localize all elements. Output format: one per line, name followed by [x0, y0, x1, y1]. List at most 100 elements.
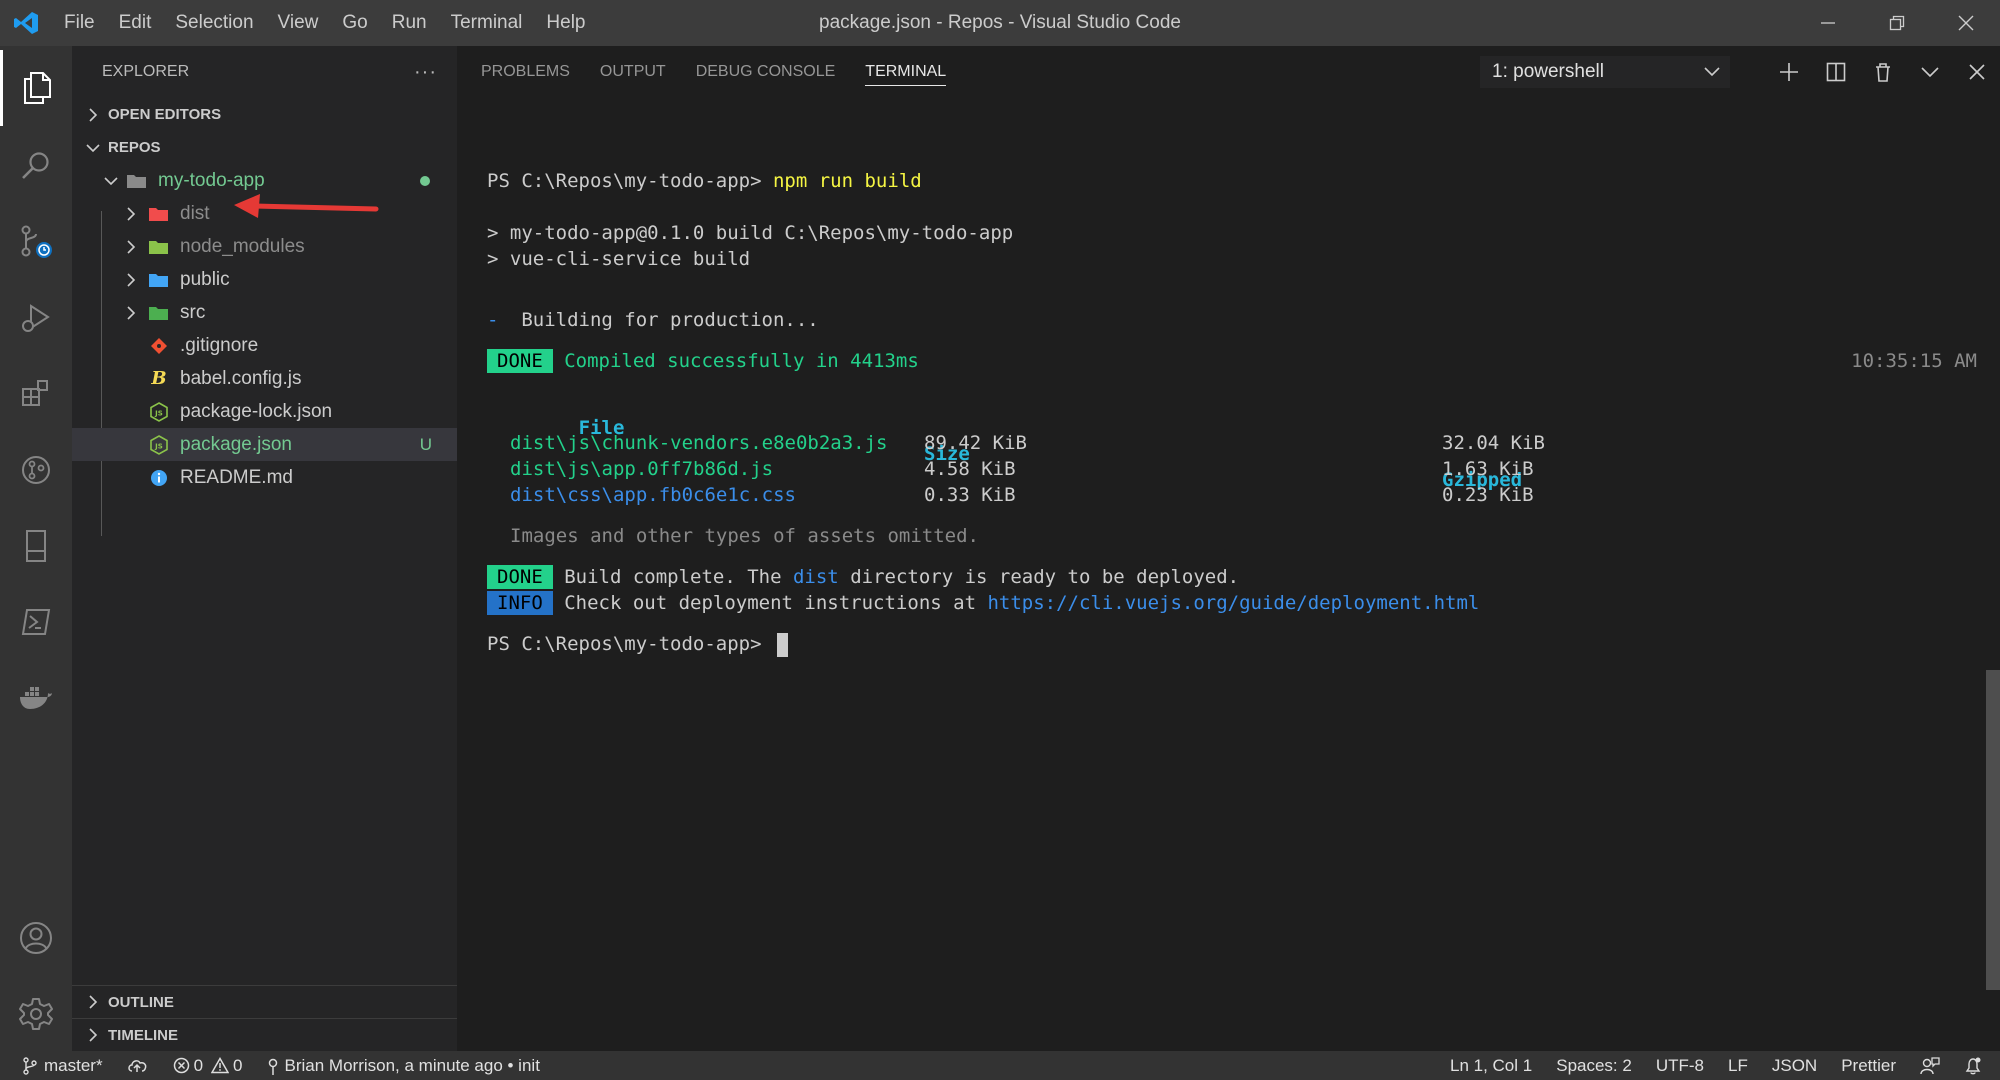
- status-bar-right: Ln 1, Col 1 Spaces: 2 UTF-8 LF JSON Pret…: [1438, 1051, 2000, 1080]
- prettier-status[interactable]: Prettier: [1829, 1051, 1908, 1080]
- language-mode[interactable]: JSON: [1760, 1051, 1829, 1080]
- tree-item-label: package-lock.json: [180, 400, 333, 422]
- folder-src[interactable]: src: [72, 296, 457, 329]
- menu-terminal[interactable]: Terminal: [439, 0, 535, 46]
- terminal-panel: PROBLEMS OUTPUT DEBUG CONSOLE TERMINAL 1…: [457, 46, 2000, 1051]
- menu-go[interactable]: Go: [330, 0, 379, 46]
- chevron-down-icon: [82, 142, 104, 154]
- folder-my-todo-app[interactable]: my-todo-app: [72, 164, 457, 197]
- file-package-lock-json[interactable]: JS package-lock.json: [72, 395, 457, 428]
- tree-item-label: node_modules: [180, 235, 305, 257]
- menu-edit[interactable]: Edit: [107, 0, 164, 46]
- feedback-icon[interactable]: [1908, 1051, 1952, 1080]
- file-readme-md[interactable]: README.md: [72, 461, 457, 494]
- vscode-logo-icon: [0, 0, 52, 46]
- src-folder-icon: [148, 302, 170, 324]
- file-babel-config-js[interactable]: Bbabel.config.js: [72, 362, 457, 395]
- file-gitignore[interactable]: .gitignore: [72, 329, 457, 362]
- file-package-json[interactable]: JS package.json U: [72, 428, 457, 461]
- building-text: Building for production...: [498, 309, 819, 331]
- folder-public[interactable]: public: [72, 263, 457, 296]
- run-debug-icon[interactable]: [0, 280, 72, 356]
- tab-output[interactable]: OUTPUT: [585, 46, 681, 98]
- git-graph-icon[interactable]: [0, 432, 72, 508]
- git-blame-status[interactable]: Brian Morrison, a minute ago • init: [255, 1051, 552, 1080]
- chevron-right-icon: [120, 272, 142, 287]
- notifications-bell-icon[interactable]: [1952, 1051, 2000, 1080]
- docker-icon[interactable]: [0, 660, 72, 736]
- end-of-line[interactable]: LF: [1716, 1051, 1760, 1080]
- chevron-right-icon: [82, 107, 104, 122]
- menu-help[interactable]: Help: [534, 0, 597, 46]
- done-badge: DONE: [487, 349, 553, 373]
- chevron-right-icon: [120, 206, 142, 221]
- chevron-right-icon: [120, 239, 142, 254]
- restore-button[interactable]: [1862, 0, 1931, 46]
- terminal-scrollbar[interactable]: [1986, 670, 2000, 990]
- terminal-output[interactable]: PS C:\Repos\my-todo-app> npm run build >…: [487, 108, 1977, 657]
- menu-file[interactable]: File: [52, 0, 107, 46]
- timeline-section[interactable]: TIMELINE: [72, 1018, 457, 1051]
- babel-icon: B: [151, 368, 167, 389]
- search-icon[interactable]: [0, 128, 72, 204]
- explorer-icon[interactable]: [0, 50, 72, 126]
- nodejs-icon: JS: [148, 401, 170, 423]
- sync-status[interactable]: [115, 1051, 161, 1080]
- terminal-line: - Building for production...: [487, 307, 1977, 333]
- branch-status[interactable]: master*: [0, 1051, 115, 1080]
- terminal-line: > vue-cli-service build: [487, 248, 751, 270]
- deployment-link[interactable]: https://cli.vuejs.org/guide/deployment.h…: [987, 592, 1479, 614]
- timestamp-text: 10:35:15 AM: [1851, 350, 1977, 372]
- tab-problems[interactable]: PROBLEMS: [466, 46, 585, 98]
- maximize-panel-chevron-icon[interactable]: [1906, 46, 1953, 98]
- split-terminal-icon[interactable]: [1812, 46, 1859, 98]
- more-actions-button[interactable]: ···: [414, 61, 437, 84]
- problems-status[interactable]: 0 0: [161, 1051, 255, 1080]
- tab-terminal[interactable]: TERMINAL: [850, 46, 961, 98]
- tree-item-label: package.json: [180, 433, 292, 455]
- remote-explorer-icon[interactable]: [0, 508, 72, 584]
- asset-size: 4.58 KiB: [924, 458, 1016, 480]
- svg-text:JS: JS: [154, 442, 163, 450]
- explorer-title: EXPLORER: [102, 63, 190, 80]
- menu-selection[interactable]: Selection: [163, 0, 265, 46]
- repos-section[interactable]: REPOS: [72, 131, 457, 164]
- prompt-text: PS C:\Repos\my-todo-app>: [487, 633, 773, 655]
- modified-dot: [420, 175, 430, 186]
- chevron-down-icon: [100, 175, 122, 187]
- encoding[interactable]: UTF-8: [1644, 1051, 1716, 1080]
- tab-debug-console[interactable]: DEBUG CONSOLE: [681, 46, 851, 98]
- menu-run[interactable]: Run: [380, 0, 439, 46]
- asset-row: dist\js\app.0ff7b86d.js 4.58 KiB 1.63 KiB: [487, 456, 1977, 482]
- minimize-button[interactable]: [1793, 0, 1862, 46]
- accounts-icon[interactable]: [0, 900, 72, 976]
- folder-node-modules[interactable]: node_modules: [72, 230, 457, 263]
- cursor-position[interactable]: Ln 1, Col 1: [1438, 1051, 1544, 1080]
- close-panel-icon[interactable]: [1953, 46, 2000, 98]
- chevron-right-icon: [82, 995, 104, 1009]
- open-editors-section[interactable]: OPEN EDITORS: [72, 98, 457, 131]
- git-icon: [148, 335, 170, 357]
- timeline-label: TIMELINE: [108, 1026, 178, 1044]
- terminal-line: > my-todo-app@0.1.0 build C:\Repos\my-to…: [487, 222, 1014, 244]
- terminal-line: DONE Compiled successfully in 4413ms 10:3…: [487, 348, 1977, 374]
- powershell-icon[interactable]: [0, 584, 72, 660]
- new-terminal-plus-icon[interactable]: [1765, 46, 1812, 98]
- settings-gear-icon[interactable]: [0, 976, 72, 1052]
- open-editors-label: OPEN EDITORS: [108, 106, 222, 123]
- trash-icon[interactable]: [1859, 46, 1906, 98]
- terminal-select-dropdown[interactable]: 1: powershell: [1480, 56, 1730, 88]
- chevron-right-icon: [82, 1028, 104, 1042]
- tree-item-label: src: [180, 301, 206, 323]
- status-bar: master* 0 0 Brian Morrison, a minute ago…: [0, 1051, 2000, 1080]
- indentation[interactable]: Spaces: 2: [1544, 1051, 1644, 1080]
- extensions-icon[interactable]: [0, 356, 72, 432]
- info-icon: [148, 467, 170, 489]
- info-badge: INFO: [487, 591, 553, 615]
- command-text: npm run build: [772, 170, 922, 192]
- menu-view[interactable]: View: [266, 0, 331, 46]
- outline-section[interactable]: OUTLINE: [72, 985, 457, 1018]
- close-window-button[interactable]: [1931, 0, 2000, 46]
- source-control-icon[interactable]: [0, 204, 72, 280]
- tree-item-label: babel.config.js: [180, 367, 302, 389]
